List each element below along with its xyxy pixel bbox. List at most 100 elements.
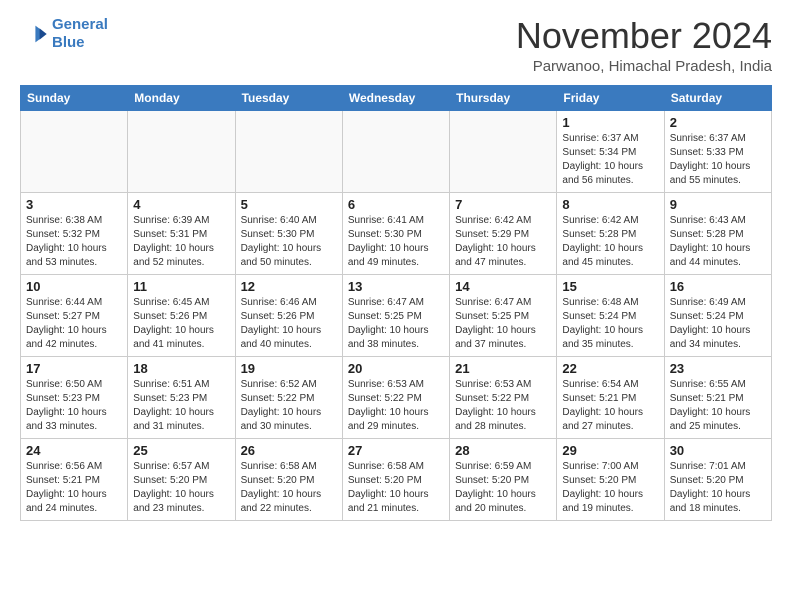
- day-number: 18: [133, 361, 229, 376]
- calendar-cell: 23 Sunrise: 6:55 AM Sunset: 5:21 PM Dayli…: [664, 356, 771, 438]
- calendar-cell: 7 Sunrise: 6:42 AM Sunset: 5:29 PM Daylig…: [450, 192, 557, 274]
- day-number: 9: [670, 197, 766, 212]
- calendar: SundayMondayTuesdayWednesdayThursdayFrid…: [20, 85, 772, 521]
- day-number: 5: [241, 197, 337, 212]
- calendar-cell: 26Sunrise: 6:58 AM Sunset: 5:20 PM Dayli…: [235, 438, 342, 520]
- day-info: Sunrise: 6:52 AM Sunset: 5:22 PM Dayligh…: [241, 378, 337, 434]
- day-number: 7: [455, 197, 551, 212]
- calendar-cell: 15 Sunrise: 6:48 AM Sunset: 5:24 PM Dayli…: [557, 274, 664, 356]
- day-info: Sunrise: 6:58 AM Sunset: 5:20 PM Dayligh…: [348, 460, 444, 516]
- day-number: 12: [241, 279, 337, 294]
- calendar-cell: 27 Sunrise: 6:58 AM Sunset: 5:20 PM Dayli…: [342, 438, 449, 520]
- day-info: Sunrise: 6:38 AM Sunset: 5:32 PM Dayligh…: [26, 214, 122, 270]
- day-number: 14: [455, 279, 551, 294]
- calendar-cell: 22 Sunrise: 6:54 AM Sunset: 5:21 PM Dayli…: [557, 356, 664, 438]
- day-info: Sunrise: 6:55 AM Sunset: 5:21 PM Dayligh…: [670, 378, 766, 434]
- calendar-cell: 10 Sunrise: 6:44 AM Sunset: 5:27 PM Dayli…: [21, 274, 128, 356]
- logo: General Blue: [20, 16, 108, 52]
- calendar-cell: 21Sunrise: 6:53 AM Sunset: 5:22 PM Dayli…: [450, 356, 557, 438]
- day-info: Sunrise: 6:44 AM Sunset: 5:27 PM Dayligh…: [26, 296, 122, 352]
- calendar-cell: 1 Sunrise: 6:37 AM Sunset: 5:34 PM Daylig…: [557, 110, 664, 192]
- day-info: Sunrise: 6:42 AM Sunset: 5:29 PM Dayligh…: [455, 214, 551, 270]
- day-info: Sunrise: 6:42 AM Sunset: 5:28 PM Dayligh…: [562, 214, 658, 270]
- day-number: 23: [670, 361, 766, 376]
- calendar-cell: 29Sunrise: 7:00 AM Sunset: 5:20 PM Dayli…: [557, 438, 664, 520]
- day-info: Sunrise: 6:59 AM Sunset: 5:20 PM Dayligh…: [455, 460, 551, 516]
- weekday-header: Wednesday: [342, 85, 449, 110]
- day-info: Sunrise: 6:58 AM Sunset: 5:20 PM Dayligh…: [241, 460, 337, 516]
- day-info: Sunrise: 6:56 AM Sunset: 5:21 PM Dayligh…: [26, 460, 122, 516]
- day-info: Sunrise: 6:46 AM Sunset: 5:26 PM Dayligh…: [241, 296, 337, 352]
- calendar-cell: 30 Sunrise: 7:01 AM Sunset: 5:20 PM Dayli…: [664, 438, 771, 520]
- calendar-cell: [235, 110, 342, 192]
- day-number: 1: [562, 115, 658, 130]
- day-info: Sunrise: 6:48 AM Sunset: 5:24 PM Dayligh…: [562, 296, 658, 352]
- calendar-week-row: 3 Sunrise: 6:38 AM Sunset: 5:32 PM Daylig…: [21, 192, 772, 274]
- weekday-header: Monday: [128, 85, 235, 110]
- calendar-cell: 12 Sunrise: 6:46 AM Sunset: 5:26 PM Dayli…: [235, 274, 342, 356]
- month-title: November 2024: [516, 16, 772, 56]
- day-number: 13: [348, 279, 444, 294]
- weekday-header: Friday: [557, 85, 664, 110]
- day-info: Sunrise: 6:40 AM Sunset: 5:30 PM Dayligh…: [241, 214, 337, 270]
- day-number: 30: [670, 443, 766, 458]
- calendar-cell: 18 Sunrise: 6:51 AM Sunset: 5:23 PM Dayli…: [128, 356, 235, 438]
- day-info: Sunrise: 6:47 AM Sunset: 5:25 PM Dayligh…: [455, 296, 551, 352]
- logo-text: General Blue: [52, 16, 108, 52]
- calendar-cell: 11Sunrise: 6:45 AM Sunset: 5:26 PM Dayli…: [128, 274, 235, 356]
- day-info: Sunrise: 6:41 AM Sunset: 5:30 PM Dayligh…: [348, 214, 444, 270]
- weekday-header: Tuesday: [235, 85, 342, 110]
- calendar-week-row: 1 Sunrise: 6:37 AM Sunset: 5:34 PM Daylig…: [21, 110, 772, 192]
- calendar-cell: 20 Sunrise: 6:53 AM Sunset: 5:22 PM Dayli…: [342, 356, 449, 438]
- logo-line2: Blue: [52, 34, 85, 51]
- weekday-header: Thursday: [450, 85, 557, 110]
- logo-line1: General: [52, 16, 108, 33]
- day-info: Sunrise: 6:50 AM Sunset: 5:23 PM Dayligh…: [26, 378, 122, 434]
- calendar-cell: 5 Sunrise: 6:40 AM Sunset: 5:30 PM Daylig…: [235, 192, 342, 274]
- day-number: 27: [348, 443, 444, 458]
- day-number: 25: [133, 443, 229, 458]
- day-number: 24: [26, 443, 122, 458]
- day-number: 2: [670, 115, 766, 130]
- day-info: Sunrise: 6:47 AM Sunset: 5:25 PM Dayligh…: [348, 296, 444, 352]
- day-number: 4: [133, 197, 229, 212]
- calendar-cell: 4Sunrise: 6:39 AM Sunset: 5:31 PM Daylig…: [128, 192, 235, 274]
- day-info: Sunrise: 6:37 AM Sunset: 5:34 PM Dayligh…: [562, 132, 658, 188]
- location: Parwanoo, Himachal Pradesh, India: [516, 58, 772, 75]
- day-number: 10: [26, 279, 122, 294]
- calendar-cell: 6 Sunrise: 6:41 AM Sunset: 5:30 PM Daylig…: [342, 192, 449, 274]
- calendar-cell: 16 Sunrise: 6:49 AM Sunset: 5:24 PM Dayli…: [664, 274, 771, 356]
- weekday-header: Saturday: [664, 85, 771, 110]
- day-info: Sunrise: 6:37 AM Sunset: 5:33 PM Dayligh…: [670, 132, 766, 188]
- day-number: 16: [670, 279, 766, 294]
- calendar-week-row: 17 Sunrise: 6:50 AM Sunset: 5:23 PM Dayli…: [21, 356, 772, 438]
- calendar-week-row: 10 Sunrise: 6:44 AM Sunset: 5:27 PM Dayli…: [21, 274, 772, 356]
- calendar-cell: 24 Sunrise: 6:56 AM Sunset: 5:21 PM Dayli…: [21, 438, 128, 520]
- weekday-header: Sunday: [21, 85, 128, 110]
- day-number: 15: [562, 279, 658, 294]
- day-info: Sunrise: 6:54 AM Sunset: 5:21 PM Dayligh…: [562, 378, 658, 434]
- day-info: Sunrise: 6:49 AM Sunset: 5:24 PM Dayligh…: [670, 296, 766, 352]
- logo-icon: [20, 20, 48, 48]
- day-number: 6: [348, 197, 444, 212]
- calendar-cell: [21, 110, 128, 192]
- day-number: 17: [26, 361, 122, 376]
- day-number: 20: [348, 361, 444, 376]
- page: General Blue November 2024 Parwanoo, Him…: [0, 0, 792, 537]
- calendar-cell: 25 Sunrise: 6:57 AM Sunset: 5:20 PM Dayli…: [128, 438, 235, 520]
- calendar-cell: 9Sunrise: 6:43 AM Sunset: 5:28 PM Daylig…: [664, 192, 771, 274]
- calendar-cell: [128, 110, 235, 192]
- day-number: 8: [562, 197, 658, 212]
- day-info: Sunrise: 6:53 AM Sunset: 5:22 PM Dayligh…: [455, 378, 551, 434]
- day-number: 29: [562, 443, 658, 458]
- day-info: Sunrise: 7:01 AM Sunset: 5:20 PM Dayligh…: [670, 460, 766, 516]
- day-number: 3: [26, 197, 122, 212]
- header: General Blue November 2024 Parwanoo, Him…: [20, 16, 772, 75]
- day-number: 22: [562, 361, 658, 376]
- day-info: Sunrise: 6:45 AM Sunset: 5:26 PM Dayligh…: [133, 296, 229, 352]
- title-block: November 2024 Parwanoo, Himachal Pradesh…: [516, 16, 772, 75]
- day-info: Sunrise: 6:53 AM Sunset: 5:22 PM Dayligh…: [348, 378, 444, 434]
- calendar-cell: [450, 110, 557, 192]
- day-info: Sunrise: 6:57 AM Sunset: 5:20 PM Dayligh…: [133, 460, 229, 516]
- day-info: Sunrise: 6:51 AM Sunset: 5:23 PM Dayligh…: [133, 378, 229, 434]
